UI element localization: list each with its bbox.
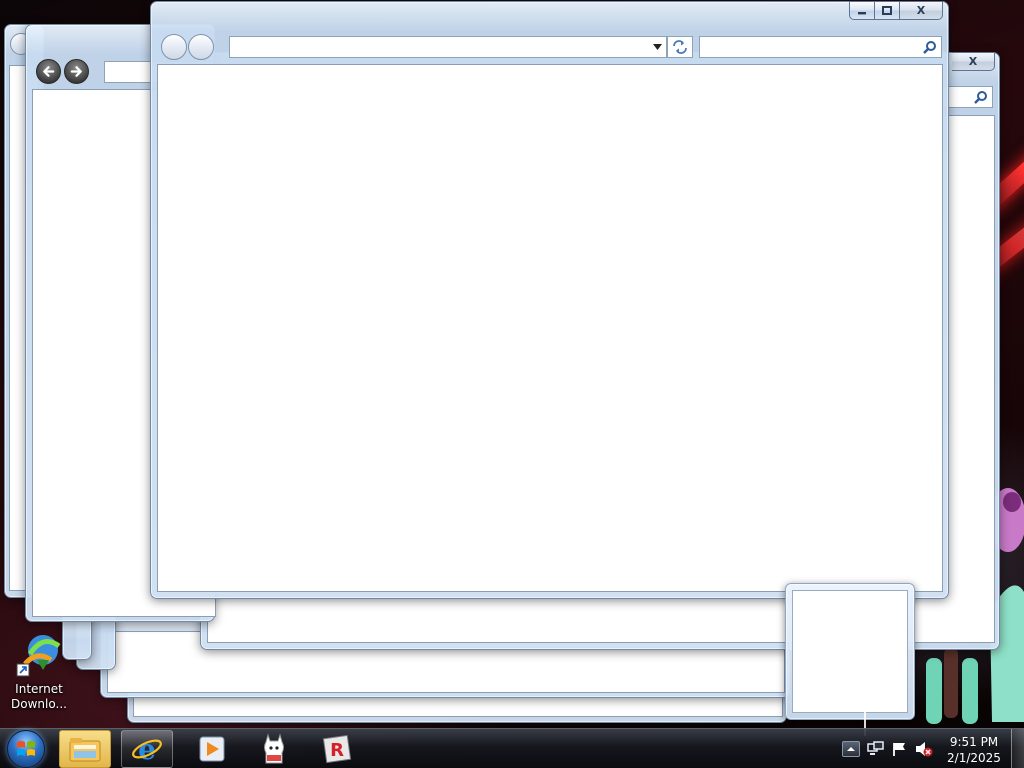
svg-text:R: R [330,740,344,761]
start-button[interactable] [7,730,45,768]
window-content [133,695,783,717]
thumbnail-preview-content [792,590,908,713]
maximize-button[interactable] [875,1,900,20]
clock-date: 2/1/2025 [947,751,1001,765]
minimize-button[interactable] [849,1,875,20]
taskbar-internet-explorer[interactable]: e [121,730,173,768]
llama-icon [264,733,284,764]
desktop-icon-internet-download-manager[interactable]: Internet Downlo... [6,630,72,712]
ie-icon: e [132,733,162,765]
system-clock[interactable]: 9:51 PM 2/1/2025 [945,734,1003,766]
chevron-up-icon [847,747,855,751]
back-button[interactable] [161,34,187,60]
forward-button[interactable] [188,34,214,60]
refresh-button[interactable] [667,36,693,58]
windows-logo-icon [17,741,35,756]
taskbar-roblox[interactable]: R [311,730,363,768]
back-button[interactable] [36,59,61,84]
wallpaper-pony-legs [926,648,978,724]
front-window-caption-buttons: X [849,1,943,20]
taskbar-thumbnail-preview[interactable] [785,583,915,720]
show-desktop-button[interactable] [1011,729,1024,768]
thumbnail-connector-line [864,672,866,736]
maximize-icon [882,5,892,15]
desktop-icon-label: Internet Downlo... [11,682,67,711]
roblox-icon: R [322,734,352,764]
minimize-icon [858,11,866,14]
search-input[interactable] [699,36,942,58]
forward-button[interactable] [64,59,89,84]
address-dropdown-icon[interactable] [653,44,662,50]
svg-text:e: e [138,733,156,765]
internet-download-manager-icon [15,630,63,678]
volume-muted-icon[interactable] [915,741,933,757]
refresh-icon [673,40,687,54]
network-icon[interactable] [867,741,885,757]
search-icon[interactable] [974,90,988,104]
taskbar-llama-app[interactable] [248,730,300,768]
taskbar-windows-explorer[interactable] [59,730,111,768]
folder-icon [69,738,101,762]
taskbar-media-player[interactable] [186,730,238,768]
window-content [157,64,943,592]
show-hidden-icons-button[interactable] [842,741,860,757]
clock-time: 9:51 PM [949,735,999,749]
close-button[interactable]: X [900,1,943,20]
front-browser-window[interactable]: X [150,1,949,599]
search-icon[interactable] [923,40,937,54]
media-player-icon [199,736,225,762]
back-arrow-icon [43,66,55,77]
right-window-caption-buttons: X [952,52,995,71]
forward-arrow-icon [70,66,82,77]
action-center-flag-icon[interactable] [891,741,909,757]
address-bar[interactable] [229,36,667,58]
taskbar: e R 9:51 PM 2/1/2025 [0,728,1024,768]
close-button[interactable]: X [952,52,995,71]
